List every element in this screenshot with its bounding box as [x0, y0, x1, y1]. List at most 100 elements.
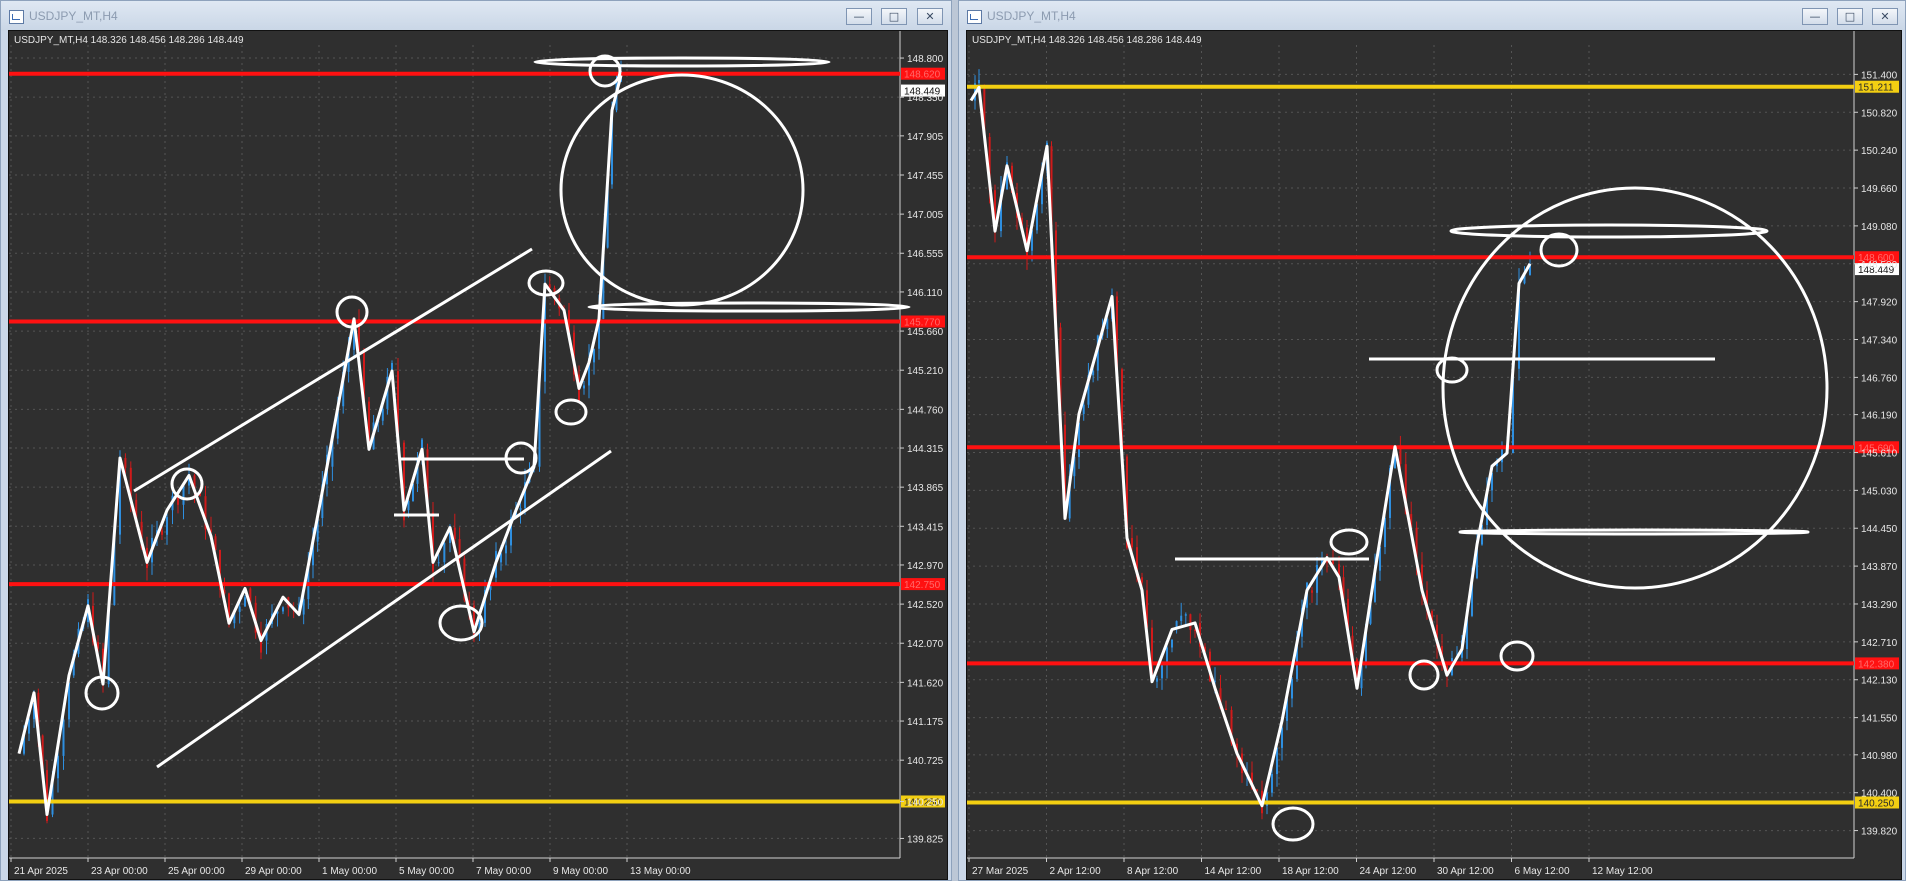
chart-header: USDJPY_MT,H4 148.326 148.456 148.286 148…: [14, 35, 244, 46]
candle-body: [519, 508, 522, 511]
window-titlebar[interactable]: USDJPY_MT,H4 — □ ✕: [1, 1, 951, 31]
candle-body: [57, 755, 59, 779]
flat-bottom-ellipse: [587, 301, 911, 313]
candle-body: [1311, 590, 1313, 593]
price-tick-label: 148.800: [907, 54, 944, 65]
price-tick-label: 147.005: [907, 210, 944, 221]
time-tick-label: 21 Apr 2025: [14, 866, 68, 877]
time-tick-label: 29 Apr 00:00: [245, 866, 302, 877]
flat-top-ellipse: [1449, 223, 1769, 239]
price-tick-label: 147.340: [1861, 336, 1898, 347]
candle-body: [593, 348, 595, 363]
price-tick-label: 140.980: [1861, 751, 1898, 762]
chart-window-icon: [9, 10, 24, 24]
candle-body: [437, 562, 440, 564]
price-tick-label: 140.725: [907, 756, 944, 767]
candle-body: [505, 545, 507, 554]
minimize-button[interactable]: —: [846, 8, 872, 25]
price-tick-label: 145.210: [907, 366, 944, 377]
candle-body: [1156, 678, 1158, 682]
level-price-label: 142.750: [904, 580, 941, 591]
chart-window-left[interactable]: USDJPY_MT,H4 — □ ✕ USDJPY_MT,H4 148.326 …: [0, 0, 952, 881]
price-tick-label: 147.920: [1861, 298, 1898, 309]
target-circle: [1441, 186, 1829, 590]
price-tick-label: 143.865: [907, 483, 944, 494]
time-tick-label: 8 Apr 12:00: [1127, 866, 1179, 877]
time-tick-label: 6 May 12:00: [1515, 866, 1570, 877]
time-tick-label: 1 May 00:00: [322, 866, 377, 877]
level-price-label: 148.620: [904, 70, 941, 81]
chart-canvas[interactable]: USDJPY_MT,H4 148.326 148.456 148.286 148…: [9, 31, 947, 879]
candle-body: [1316, 564, 1318, 593]
price-tick-label: 144.315: [907, 444, 944, 455]
time-tick-label: 25 Apr 00:00: [168, 866, 225, 877]
price-tick-label: 140.250: [907, 797, 944, 808]
candle-body: [1276, 747, 1278, 775]
price-tick-label: 142.970: [907, 561, 944, 572]
time-tick-label: 30 Apr 12:00: [1437, 866, 1494, 877]
candle-body: [453, 527, 456, 540]
candle-body: [583, 385, 585, 389]
candle-body: [1131, 538, 1133, 548]
price-tick-label: 150.820: [1861, 108, 1898, 119]
swing-high-circle: [1435, 356, 1469, 384]
maximize-button[interactable]: □: [1837, 8, 1863, 25]
price-tick-label: 145.030: [1861, 486, 1898, 497]
price-tick-label: 150.240: [1861, 146, 1898, 157]
candle-body: [1161, 664, 1163, 679]
candle-body: [161, 530, 163, 535]
candle-body: [1171, 639, 1173, 648]
price-tick-label: 142.520: [907, 600, 944, 611]
price-tick-label: 144.450: [1861, 524, 1898, 535]
price-tick-label: 140.400: [1861, 789, 1898, 800]
price-tick-label: 139.825: [907, 834, 944, 845]
price-tick-label: 149.660: [1861, 184, 1898, 195]
window-titlebar[interactable]: USDJPY_MT,H4 — □ ✕: [959, 1, 1905, 31]
flat-top-ellipse: [533, 56, 831, 68]
window-title: USDJPY_MT,H4: [29, 9, 118, 23]
price-tick-label: 148.500: [1861, 260, 1898, 271]
close-button[interactable]: ✕: [917, 8, 943, 25]
candle-body: [978, 80, 980, 84]
price-tick-label: 146.190: [1861, 411, 1898, 422]
time-tick-label: 2 Apr 12:00: [1050, 866, 1102, 877]
candle-body: [238, 606, 241, 612]
time-tick-label: 23 Apr 00:00: [91, 866, 148, 877]
candle-body: [1281, 727, 1283, 748]
candle-body: [166, 517, 168, 535]
price-tick-label: 143.870: [1861, 562, 1898, 573]
candle-body: [381, 408, 384, 421]
time-tick-label: 12 May 12:00: [1592, 866, 1653, 877]
price-chart[interactable]: USDJPY_MT,H4 148.326 148.456 148.286 148…: [8, 30, 948, 880]
time-tick-label: 14 Apr 12:00: [1205, 866, 1262, 877]
chart-window-right[interactable]: USDJPY_MT,H4 — □ ✕ USDJPY_MT,H4 148.326 …: [958, 0, 1906, 881]
target-circle: [559, 73, 805, 307]
minimize-button[interactable]: —: [1802, 8, 1828, 25]
candle-body: [1189, 614, 1192, 630]
chart-canvas[interactable]: USDJPY_MT,H4 148.326 148.456 148.286 148…: [967, 31, 1901, 879]
swing-low-circle: [554, 398, 588, 426]
price-tick-label: 148.350: [907, 93, 944, 104]
price-tick-label: 141.620: [907, 678, 944, 689]
candle-body: [244, 597, 246, 607]
price-tick-label: 145.660: [907, 327, 944, 338]
candle-body: [62, 719, 65, 756]
candle-body: [182, 485, 185, 505]
price-tick-label: 151.400: [1861, 70, 1898, 81]
candle-body: [1184, 614, 1187, 616]
swing-high-circle: [1329, 528, 1369, 556]
price-chart[interactable]: USDJPY_MT,H4 148.326 148.456 148.286 148…: [966, 30, 1902, 880]
chart-header: USDJPY_MT,H4 148.326 148.456 148.286 148…: [972, 35, 1202, 46]
candle-body: [1141, 577, 1143, 583]
price-tick-label: 149.080: [1861, 222, 1898, 233]
price-tick-label: 142.070: [907, 639, 944, 650]
candle-body: [1180, 615, 1183, 622]
candle-body: [1291, 678, 1293, 699]
swing-high-circle: [170, 467, 204, 501]
price-tick-label: 143.290: [1861, 600, 1898, 611]
maximize-button[interactable]: □: [881, 8, 907, 25]
candle-body: [1271, 774, 1273, 793]
candle-body: [282, 607, 284, 612]
price-tick-label: 147.455: [907, 171, 944, 182]
close-button[interactable]: ✕: [1872, 8, 1898, 25]
